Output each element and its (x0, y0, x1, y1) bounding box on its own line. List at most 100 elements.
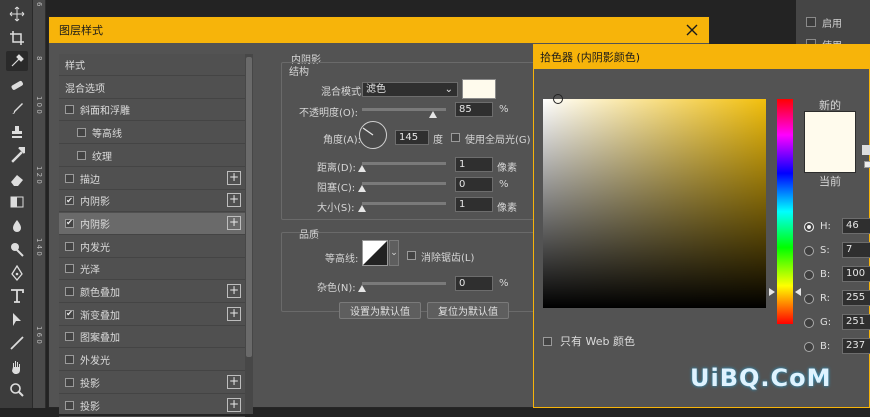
checkbox[interactable] (77, 150, 86, 160)
noise-slider-thumb[interactable] (358, 285, 366, 292)
style-list-item[interactable]: 描边 + (59, 168, 245, 190)
add-effect-icon[interactable]: + (227, 284, 241, 298)
style-list-item[interactable]: ✔ 渐变叠加 + (59, 304, 245, 326)
pen-icon[interactable] (6, 263, 28, 283)
color-field-row[interactable]: S: 7 (804, 242, 870, 258)
eyedropper-icon[interactable] (6, 51, 28, 71)
style-list-item[interactable]: 斜面和浮雕 (59, 99, 245, 122)
checkbox[interactable] (65, 105, 74, 115)
checkbox[interactable] (65, 400, 74, 410)
checkbox[interactable] (65, 241, 74, 251)
checkbox[interactable] (65, 355, 74, 365)
color-mode-radio[interactable] (804, 245, 814, 256)
opacity-slider-thumb[interactable] (429, 111, 438, 118)
color-field-input[interactable]: 237 (842, 338, 870, 354)
move-icon[interactable] (6, 4, 28, 24)
size-slider-track[interactable] (362, 202, 446, 205)
checkbox-checked[interactable]: ✔ (65, 309, 74, 319)
color-field-input[interactable]: 255 (842, 290, 870, 306)
web-only-checkbox[interactable] (543, 336, 552, 346)
checkbox[interactable] (65, 287, 74, 296)
healing-icon[interactable] (6, 75, 28, 95)
dialog-title-bar[interactable]: 图层样式 (49, 17, 709, 43)
opacity-input[interactable]: 85 (455, 102, 493, 117)
hue-slider[interactable] (777, 99, 793, 324)
dodge-icon[interactable] (6, 239, 28, 259)
blend-mode-select[interactable]: 滤色 ⌄ (362, 82, 458, 97)
style-list-item[interactable]: ✔ 内阴影 + (59, 212, 245, 235)
checkbox[interactable] (65, 264, 74, 274)
distance-slider-thumb[interactable] (358, 165, 366, 172)
color-field-row[interactable]: G: 251 (804, 314, 870, 330)
size-input[interactable]: 1 (455, 197, 493, 212)
noise-slider-track[interactable] (362, 282, 446, 285)
hand-icon[interactable] (6, 357, 28, 377)
color-field-row[interactable]: R: 255 (804, 290, 870, 306)
eraser-icon[interactable] (6, 169, 28, 189)
path-select-icon[interactable] (6, 310, 28, 330)
global-light-checkbox[interactable] (451, 133, 460, 142)
brush-icon[interactable] (6, 98, 28, 118)
add-effect-icon[interactable]: + (227, 397, 241, 412)
checkbox[interactable] (65, 332, 74, 342)
add-effect-icon[interactable]: + (227, 374, 241, 389)
style-list-item[interactable]: ✔ 内阴影 + (59, 190, 245, 213)
style-list-item[interactable]: 颜色叠加 + (59, 281, 245, 303)
type-icon[interactable] (6, 286, 28, 306)
color-mode-radio[interactable] (804, 293, 814, 304)
shadow-color-swatch[interactable] (462, 79, 496, 99)
color-field-row[interactable]: H: 46 (804, 218, 870, 234)
checkbox-checked[interactable]: ✔ (65, 196, 74, 206)
hue-marker-right[interactable] (795, 288, 801, 296)
color-mode-radio[interactable] (804, 317, 814, 328)
style-list-item[interactable]: 纹理 (59, 145, 245, 167)
style-list-item[interactable]: 混合选项 (59, 77, 245, 99)
style-list-item[interactable]: 投影 + (59, 372, 245, 394)
saturation-brightness-field[interactable] (543, 94, 766, 308)
checkbox[interactable] (77, 128, 86, 138)
color-mode-radio[interactable] (804, 269, 814, 280)
web-safe-swatch[interactable] (864, 161, 870, 168)
choke-slider-track[interactable] (362, 182, 446, 185)
panel-row[interactable]: 启用 (796, 12, 870, 32)
color-mode-radio[interactable] (804, 341, 814, 352)
color-field-input[interactable]: 251 (842, 314, 870, 330)
add-effect-icon[interactable]: + (227, 306, 241, 321)
style-list-item[interactable]: 外发光 (59, 349, 245, 372)
color-field-row[interactable]: B: 100 (804, 266, 870, 282)
field-picker-cursor[interactable] (553, 94, 563, 104)
style-list-item[interactable]: 内发光 (59, 236, 245, 258)
color-field-input[interactable]: 100 (842, 266, 870, 282)
history-brush-icon[interactable] (6, 145, 28, 165)
close-icon[interactable] (683, 21, 701, 39)
add-effect-icon[interactable]: + (227, 215, 241, 230)
style-list-item[interactable]: 图案叠加 (59, 326, 245, 349)
color-field-input[interactable]: 46 (842, 218, 870, 234)
choke-slider-thumb[interactable] (358, 185, 366, 192)
distance-input[interactable]: 1 (455, 157, 493, 172)
style-list-item[interactable]: 光泽 (59, 258, 245, 281)
line-icon[interactable] (6, 333, 28, 353)
hue-marker-left[interactable] (769, 288, 775, 296)
gradient-icon[interactable] (6, 192, 28, 212)
contour-preview[interactable] (362, 240, 388, 266)
contour-dropdown[interactable]: ⌄ (389, 240, 399, 266)
noise-input[interactable]: 0 (455, 276, 493, 291)
stamp-icon[interactable] (6, 122, 28, 142)
reset-default-button[interactable]: 复位为默认值 (427, 302, 509, 319)
blur-icon[interactable] (6, 216, 28, 236)
size-slider-thumb[interactable] (358, 205, 366, 212)
angle-dial[interactable] (359, 121, 387, 149)
panel-checkbox[interactable] (806, 17, 816, 27)
color-field-row[interactable]: B: 237 (804, 338, 870, 354)
add-effect-icon[interactable]: + (227, 193, 241, 208)
color-picker-title-bar[interactable]: 拾色器 (内阴影颜色) (534, 45, 870, 69)
cube-icon[interactable] (862, 145, 870, 155)
antialias-checkbox[interactable] (407, 251, 416, 260)
add-effect-icon[interactable]: + (227, 170, 241, 185)
color-field-input[interactable]: 7 (842, 242, 870, 258)
color-mode-radio[interactable] (804, 221, 814, 232)
scrollbar-thumb[interactable] (246, 57, 252, 357)
checkbox[interactable] (65, 377, 74, 387)
zoom-icon[interactable] (6, 380, 28, 400)
